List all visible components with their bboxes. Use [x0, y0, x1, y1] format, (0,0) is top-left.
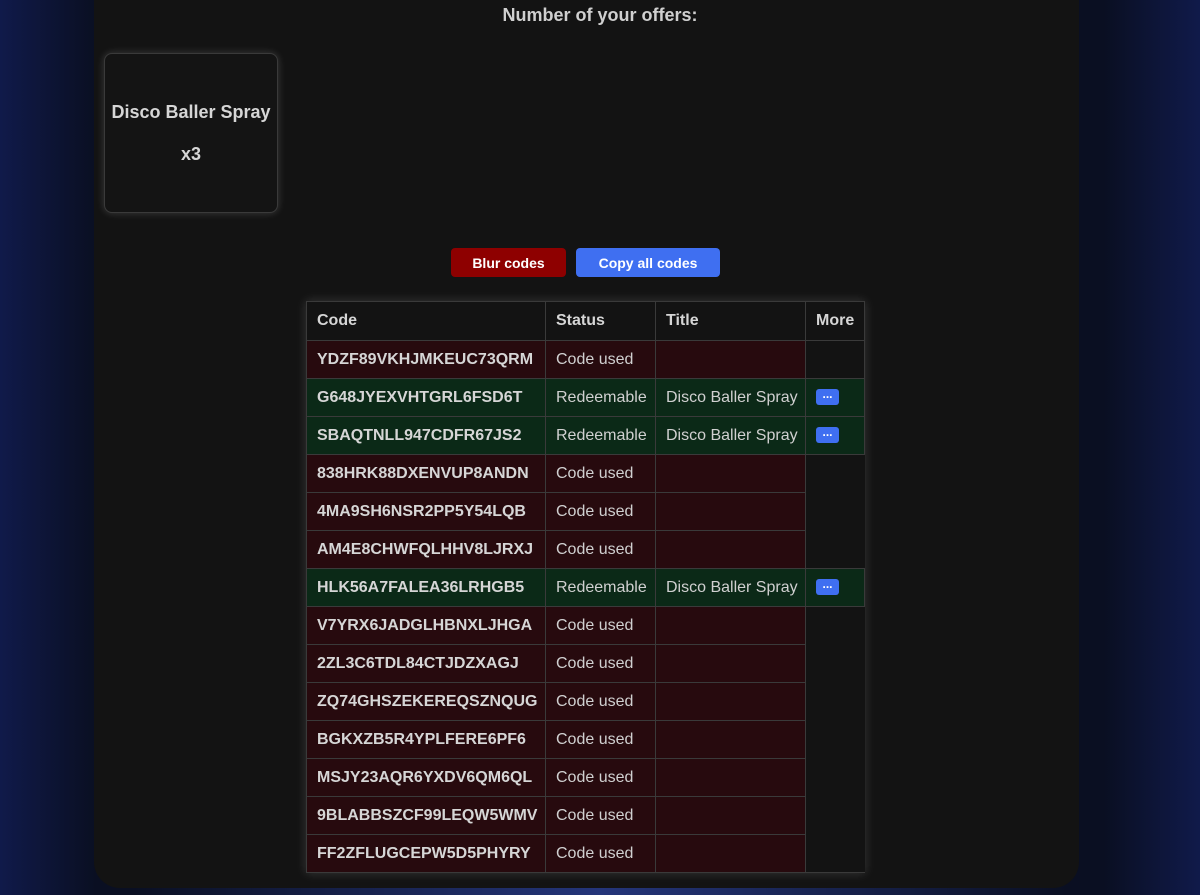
more-cell-empty [805, 530, 865, 569]
table-row: BGKXZB5R4YPLFERE6PF6 Code used [306, 720, 865, 759]
more-cell-empty [805, 606, 865, 645]
title-cell [655, 340, 806, 379]
code-cell: 9BLABBSZCF99LEQW5WMV [306, 796, 546, 835]
more-cell: ... [805, 378, 865, 417]
code-cell: BGKXZB5R4YPLFERE6PF6 [306, 720, 546, 759]
blur-codes-button[interactable]: Blur codes [451, 248, 566, 277]
code-cell: AM4E8CHWFQLHHV8LJRXJ [306, 530, 546, 569]
more-options-button[interactable]: ... [816, 426, 839, 444]
status-cell: Redeemable [545, 568, 656, 607]
table-row: V7YRX6JADGLHBNXLJHGA Code used [306, 606, 865, 645]
more-cell-empty [805, 834, 865, 873]
more-cell-empty [805, 720, 865, 759]
offer-quantity: x3 [180, 144, 202, 164]
offer-card: Disco Baller Spray x3 [104, 53, 278, 213]
more-cell: ... [805, 416, 865, 455]
table-header-row: Code Status Title More [306, 301, 865, 341]
status-cell: Redeemable [545, 416, 656, 455]
table-row: YDZF89VKHJMKEUC73QRM Code used [306, 340, 865, 379]
copy-all-codes-button[interactable]: Copy all codes [576, 248, 720, 277]
status-cell: Code used [545, 492, 656, 531]
table-row: HLK56A7FALEA36LRHGB5 Redeemable Disco Ba… [306, 568, 865, 607]
table-row: MSJY23AQR6YXDV6QM6QL Code used [306, 758, 865, 797]
title-cell: Disco Baller Spray [655, 378, 806, 417]
title-cell [655, 454, 806, 493]
codes-table-wrapper: Code Status Title More YDZF89VKHJMKEUC73… [306, 301, 865, 873]
status-cell: Code used [545, 758, 656, 797]
title-cell [655, 530, 806, 569]
code-cell: 2ZL3C6TDL84CTJDZXAGJ [306, 644, 546, 683]
more-cell-empty [805, 454, 865, 493]
table-body: YDZF89VKHJMKEUC73QRM Code used G648JYEXV… [306, 340, 865, 873]
status-cell: Code used [545, 720, 656, 759]
code-cell: FF2ZFLUGCEPW5D5PHYRY [306, 834, 546, 873]
status-cell: Redeemable [545, 378, 656, 417]
more-options-button[interactable]: ... [816, 578, 839, 596]
status-cell: Code used [545, 340, 656, 379]
table-row: G648JYEXVHTGRL6FSD6T Redeemable Disco Ba… [306, 378, 865, 417]
code-cell: G648JYEXVHTGRL6FSD6T [306, 378, 546, 417]
more-cell-empty [805, 492, 865, 531]
status-cell: Code used [545, 606, 656, 645]
table-row: SBAQTNLL947CDFR67JS2 Redeemable Disco Ba… [306, 416, 865, 455]
title-cell: Disco Baller Spray [655, 416, 806, 455]
status-cell: Code used [545, 530, 656, 569]
code-cell: 4MA9SH6NSR2PP5Y54LQB [306, 492, 546, 531]
code-cell: MSJY23AQR6YXDV6QM6QL [306, 758, 546, 797]
more-options-button[interactable]: ... [816, 388, 839, 406]
column-header-title: Title [655, 301, 806, 341]
code-cell: ZQ74GHSZEKEREQSZNQUG [306, 682, 546, 721]
status-cell: Code used [545, 644, 656, 683]
code-cell: 838HRK88DXENVUP8ANDN [306, 454, 546, 493]
offer-title: Disco Baller Spray [111, 102, 271, 122]
table-row: 9BLABBSZCF99LEQW5WMV Code used [306, 796, 865, 835]
more-cell-empty [805, 758, 865, 797]
title-cell: Disco Baller Spray [655, 568, 806, 607]
status-cell: Code used [545, 796, 656, 835]
codes-table: Code Status Title More YDZF89VKHJMKEUC73… [306, 301, 865, 873]
more-cell-empty [805, 644, 865, 683]
title-cell [655, 758, 806, 797]
column-header-status: Status [545, 301, 656, 341]
title-cell [655, 796, 806, 835]
table-row: AM4E8CHWFQLHHV8LJRXJ Code used [306, 530, 865, 569]
title-cell [655, 834, 806, 873]
code-cell: HLK56A7FALEA36LRHGB5 [306, 568, 546, 607]
title-cell [655, 682, 806, 721]
title-cell [655, 720, 806, 759]
column-header-more: More [805, 301, 865, 341]
more-cell: ... [805, 568, 865, 607]
status-cell: Code used [545, 454, 656, 493]
table-row: ZQ74GHSZEKEREQSZNQUG Code used [306, 682, 865, 721]
code-cell: V7YRX6JADGLHBNXLJHGA [306, 606, 546, 645]
title-cell [655, 606, 806, 645]
more-cell-empty [805, 340, 865, 379]
status-cell: Code used [545, 834, 656, 873]
more-cell-empty [805, 682, 865, 721]
table-row: 2ZL3C6TDL84CTJDZXAGJ Code used [306, 644, 865, 683]
offers-heading: Number of your offers: [502, 5, 698, 25]
table-row: FF2ZFLUGCEPW5D5PHYRY Code used [306, 834, 865, 873]
table-row: 838HRK88DXENVUP8ANDN Code used [306, 454, 865, 493]
table-row: 4MA9SH6NSR2PP5Y54LQB Code used [306, 492, 865, 531]
code-cell: YDZF89VKHJMKEUC73QRM [306, 340, 546, 379]
status-cell: Code used [545, 682, 656, 721]
code-cell: SBAQTNLL947CDFR67JS2 [306, 416, 546, 455]
title-cell [655, 492, 806, 531]
column-header-code: Code [306, 301, 546, 341]
title-cell [655, 644, 806, 683]
more-cell-empty [805, 796, 865, 835]
